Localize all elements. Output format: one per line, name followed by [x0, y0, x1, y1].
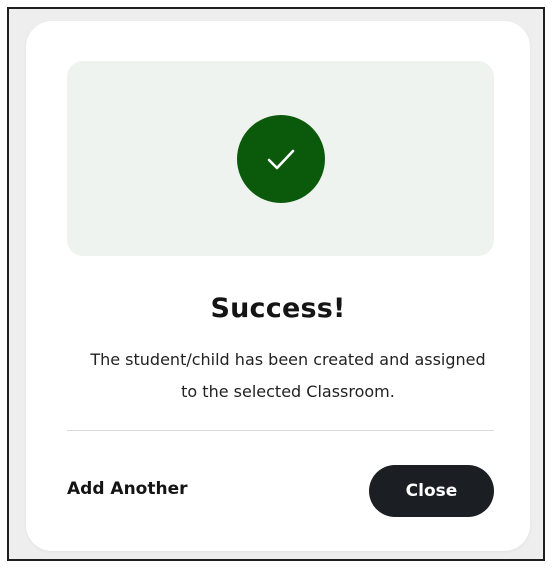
dialog-message: The student/child has been created and a… — [90, 350, 486, 401]
success-banner — [67, 61, 494, 256]
divider — [67, 430, 494, 431]
success-dialog: Success! The student/child has been crea… — [26, 21, 530, 551]
close-button[interactable]: Close — [369, 465, 494, 517]
dialog-title: Success! — [210, 293, 346, 324]
success-check-badge — [236, 114, 325, 203]
screenshot-frame: Success! The student/child has been crea… — [7, 7, 545, 561]
add-another-button[interactable]: Add Another — [67, 479, 188, 499]
check-icon — [267, 149, 294, 169]
